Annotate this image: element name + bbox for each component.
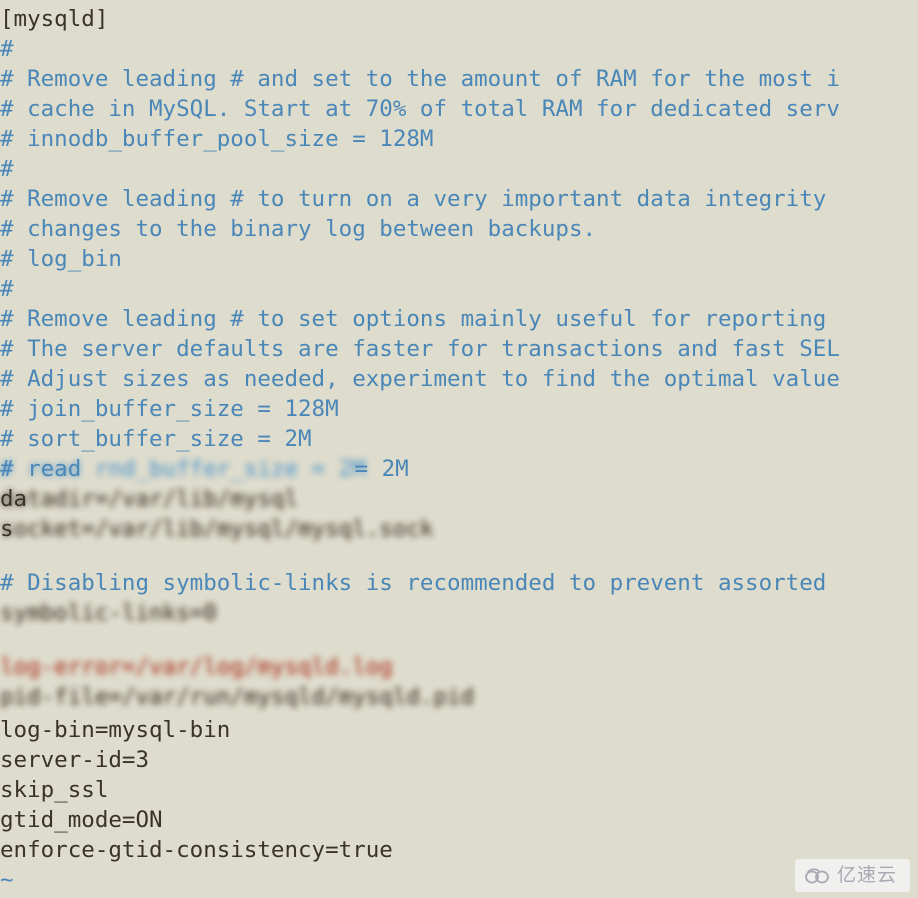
comment-line: # Remove leading # to set options mainly… [0,306,827,332]
config-line-prefix: da [0,486,28,512]
comment-line: # Remove leading # to turn on a very imp… [0,186,827,212]
config-section-header: [mysqld] [0,6,109,32]
redacted-config-line: symbolic-links=0 [0,600,217,626]
cloud-icon [805,868,831,884]
comment-line: # [0,276,14,302]
redacted-pid-file-line: pid-file=/var/run/mysqld/mysqld.pid [0,684,475,710]
config-line-skip-ssl: skip_ssl [0,777,109,803]
redacted-log-error-line: log-error=/var/log/mysqld.log [0,654,393,680]
vi-empty-line-marker: ~ [0,867,14,893]
comment-line: # log_bin [0,246,122,272]
comment-line: # Adjust sizes as needed, experiment to … [0,366,840,392]
redacted-config-line: datadir=/var/lib/mysql [0,486,299,512]
comment-line: # join_buffer_size = 128M [0,396,339,422]
comment-line: # [0,156,14,182]
config-line-prefix: s [0,516,14,542]
comment-line: # changes to the binary log between back… [0,216,597,242]
comment-line: # Remove leading # and set to the amount… [0,66,840,92]
comment-line: # The server defaults are faster for tra… [0,336,840,362]
comment-line: # sort_buffer_size = 2M [0,426,312,452]
comment-line-prefix: # read [0,456,95,482]
watermark-text: 亿速云 [836,864,897,886]
config-line-server-id: server-id=3 [0,747,150,773]
comment-line: # Disabling symbolic-links is recommende… [0,570,827,596]
comment-line: # innodb_buffer_pool_size = 128M [0,126,434,152]
config-line-log-bin: log-bin=mysql-bin [0,717,231,743]
terminal-window[interactable]: [mysqld] # # Remove leading # and set to… [0,0,918,898]
comment-line: # [0,36,14,62]
comment-line: # cache in MySQL. Start at 70% of total … [0,96,840,122]
config-line-gtid-mode: gtid_mode=ON [0,807,163,833]
watermark: 亿速云 [794,859,910,892]
config-line-enforce-gtid: enforce-gtid-consistency=true [0,837,393,863]
redacted-config-line: socket=/var/lib/mysql/mysql.sock [0,516,434,542]
comment-line-suffix: = 2M [341,456,409,482]
